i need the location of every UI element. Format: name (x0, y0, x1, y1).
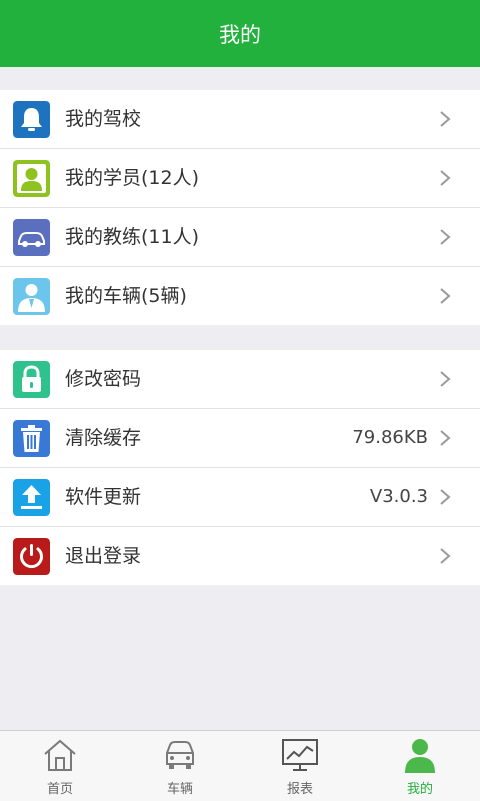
person-suit-icon (13, 278, 50, 315)
user-icon (405, 739, 435, 773)
menu-item-label: 修改密码 (65, 368, 142, 390)
chevron-right-icon (440, 430, 451, 446)
car-icon (13, 219, 50, 256)
tab-reports[interactable]: 报表 (240, 731, 360, 801)
chevron-right-icon (440, 288, 451, 304)
menu-item-label: 我的学员(12人) (65, 167, 200, 189)
tab-label: 首页 (46, 782, 73, 797)
version-value: V3.0.3 (369, 486, 428, 507)
chart-icon (282, 739, 318, 771)
menu-group-settings: 修改密码 清除缓存 79.86KB 软件更新 V3.0.3 退出登录 (0, 350, 480, 585)
menu-item-label: 软件更新 (65, 486, 142, 508)
tab-label: 报表 (286, 782, 313, 797)
tab-mine[interactable]: 我的 (360, 731, 480, 801)
menu-item-clear-cache[interactable]: 清除缓存 79.86KB (0, 409, 480, 468)
menu-item-label: 我的驾校 (65, 108, 142, 130)
menu-item-my-vehicles[interactable]: 我的车辆(5辆) (0, 267, 480, 325)
chevron-right-icon (440, 170, 451, 186)
tab-home[interactable]: 首页 (0, 731, 120, 801)
power-icon (13, 538, 50, 575)
trash-icon (13, 420, 50, 457)
menu-item-change-password[interactable]: 修改密码 (0, 350, 480, 409)
menu-item-label: 清除缓存 (65, 427, 142, 449)
menu-item-label: 我的教练(11人) (65, 226, 200, 248)
car-front-icon (166, 741, 194, 769)
student-icon (13, 160, 50, 197)
menu-item-label: 我的车辆(5辆) (65, 285, 187, 307)
chevron-right-icon (440, 229, 451, 245)
tab-label: 我的 (406, 782, 433, 797)
menu-item-my-students[interactable]: 我的学员(12人) (0, 149, 480, 208)
tab-vehicles[interactable]: 车辆 (120, 731, 240, 801)
bell-icon (13, 101, 50, 138)
menu-item-label: 退出登录 (65, 545, 142, 567)
tab-label: 车辆 (166, 782, 193, 797)
menu-item-logout[interactable]: 退出登录 (0, 527, 480, 585)
chevron-right-icon (440, 111, 451, 127)
menu-item-my-school[interactable]: 我的驾校 (0, 90, 480, 149)
chevron-right-icon (440, 548, 451, 564)
lock-icon (13, 361, 50, 398)
home-icon (44, 739, 76, 771)
menu-group-account: 我的驾校 我的学员(12人) 我的教练(11人) 我的车辆(5辆) (0, 90, 480, 325)
chevron-right-icon (440, 371, 451, 387)
app-header: 我的 (0, 0, 480, 67)
menu-item-software-update[interactable]: 软件更新 V3.0.3 (0, 468, 480, 527)
cache-size-value: 79.86KB (352, 427, 428, 448)
upload-icon (13, 479, 50, 516)
page-title: 我的 (219, 22, 261, 47)
menu-item-my-coaches[interactable]: 我的教练(11人) (0, 208, 480, 267)
bottom-tab-bar: 首页 车辆 报表 我的 (0, 730, 480, 801)
chevron-right-icon (440, 489, 451, 505)
